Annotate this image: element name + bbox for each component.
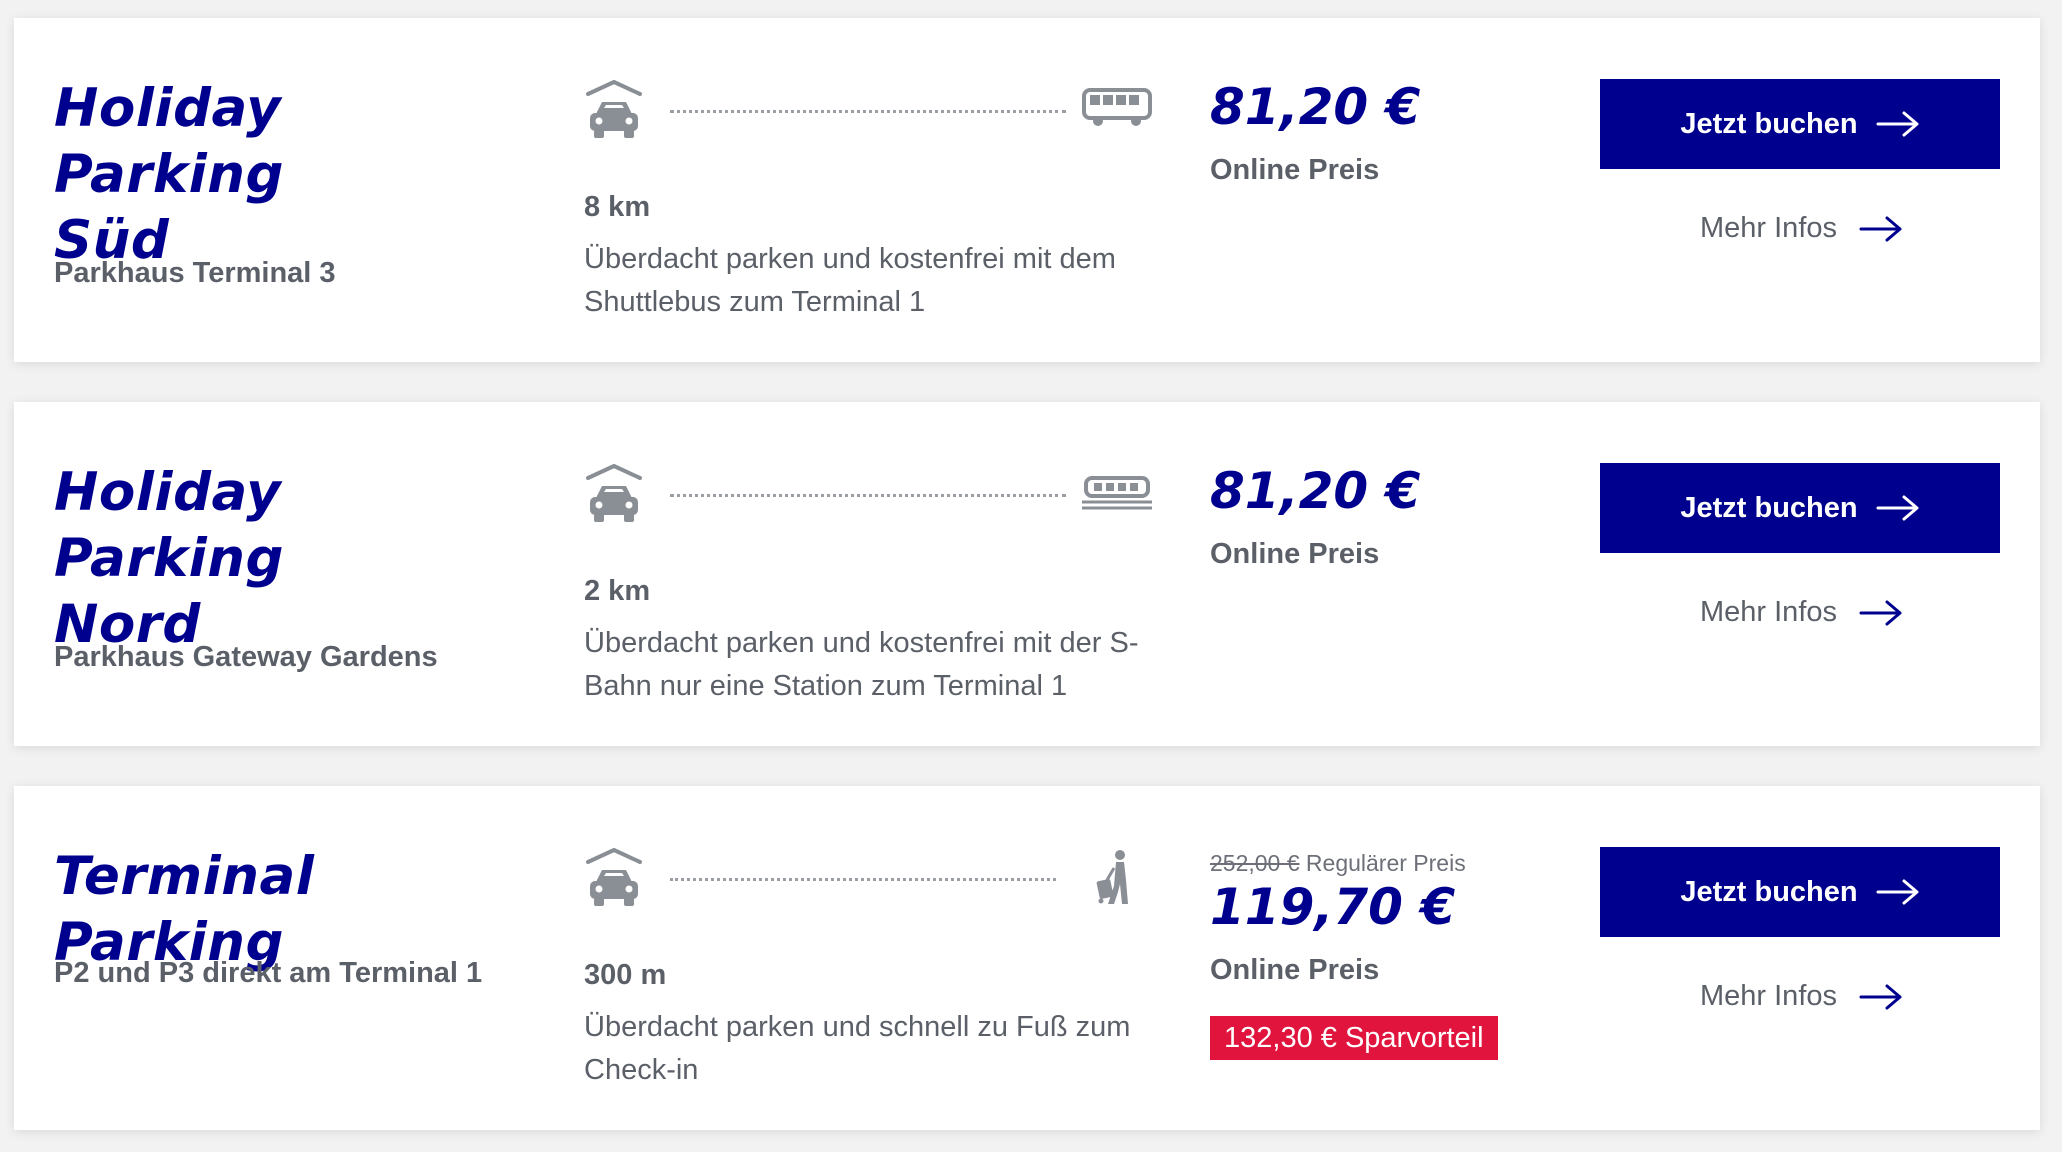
regular-price-label: Regulärer Preis <box>1305 850 1466 876</box>
arrow-right-icon <box>1876 495 1919 521</box>
regular-price-value: 252,00 € <box>1210 850 1300 876</box>
price-label: Online Preis <box>1210 538 1380 570</box>
route-dotted-line <box>670 110 1066 113</box>
offer-location: P2 und P3 direkt am Terminal 1 <box>54 957 483 989</box>
offer-title: Holiday Parking Süd <box>54 78 284 271</box>
offer-card-holiday-parking-sued: Holiday Parking Süd Parkhaus Terminal 3 … <box>14 18 2040 362</box>
price-label: Online Preis <box>1210 954 1380 986</box>
more-info-link[interactable]: Mehr Infos <box>1700 596 1903 629</box>
offer-card-holiday-parking-nord: Holiday Parking Nord Parkhaus Gateway Ga… <box>14 402 2040 746</box>
offer-price: 81,20 € <box>1210 462 1421 520</box>
saving-badge: 132,30 € Sparvorteil <box>1210 1016 1498 1060</box>
offer-price: 81,20 € <box>1210 78 1421 136</box>
arrow-right-icon <box>1859 216 1902 241</box>
book-now-button[interactable]: Jetzt buchen <box>1600 463 2000 553</box>
route-graphic <box>574 846 1154 916</box>
route-dotted-line <box>670 494 1066 497</box>
bus-icon <box>1082 88 1152 126</box>
offer-location: Parkhaus Gateway Gardens <box>54 641 438 673</box>
offer-description: Überdacht parken und kostenfrei mit dem … <box>584 243 1116 318</box>
arrow-right-icon <box>1876 111 1919 137</box>
covered-parking-car-icon <box>586 464 642 522</box>
more-info-link[interactable]: Mehr Infos <box>1700 980 1903 1013</box>
more-info-label: Mehr Infos <box>1700 212 1837 244</box>
arrow-right-icon <box>1859 984 1902 1009</box>
regular-price: 252,00 € Regulärer Preis <box>1210 850 1466 877</box>
offer-distance: 8 km <box>584 191 651 223</box>
book-now-label: Jetzt buchen <box>1680 491 1858 524</box>
covered-parking-car-icon <box>586 80 642 138</box>
offer-price: 119,70 € <box>1210 878 1456 936</box>
price-label: Online Preis <box>1210 154 1380 186</box>
offer-description: Überdacht parken und kostenfrei mit der … <box>584 627 1139 702</box>
book-now-button[interactable]: Jetzt buchen <box>1600 847 2000 937</box>
train-icon <box>1082 476 1152 510</box>
more-info-label: Mehr Infos <box>1700 980 1837 1012</box>
more-info-link[interactable]: Mehr Infos <box>1700 212 1903 245</box>
offer-title: Holiday Parking Nord <box>54 462 284 655</box>
more-info-label: Mehr Infos <box>1700 596 1837 628</box>
offer-location: Parkhaus Terminal 3 <box>54 257 336 289</box>
route-graphic <box>574 462 1154 532</box>
book-now-label: Jetzt buchen <box>1680 875 1858 908</box>
offer-card-terminal-parking: Terminal Parking P2 und P3 direkt am Ter… <box>14 786 2040 1130</box>
offer-distance: 2 km <box>584 575 651 607</box>
arrow-right-icon <box>1859 600 1902 625</box>
route-graphic <box>574 78 1154 148</box>
arrow-right-icon <box>1876 879 1919 905</box>
offer-description: Überdacht parken und schnell zu Fuß zum … <box>584 1011 1131 1086</box>
offer-distance: 300 m <box>584 959 667 991</box>
book-now-button[interactable]: Jetzt buchen <box>1600 79 2000 169</box>
covered-parking-car-icon <box>586 848 642 906</box>
book-now-label: Jetzt buchen <box>1680 107 1858 140</box>
route-dotted-line <box>670 878 1056 881</box>
walking-traveler-icon <box>1096 850 1128 904</box>
